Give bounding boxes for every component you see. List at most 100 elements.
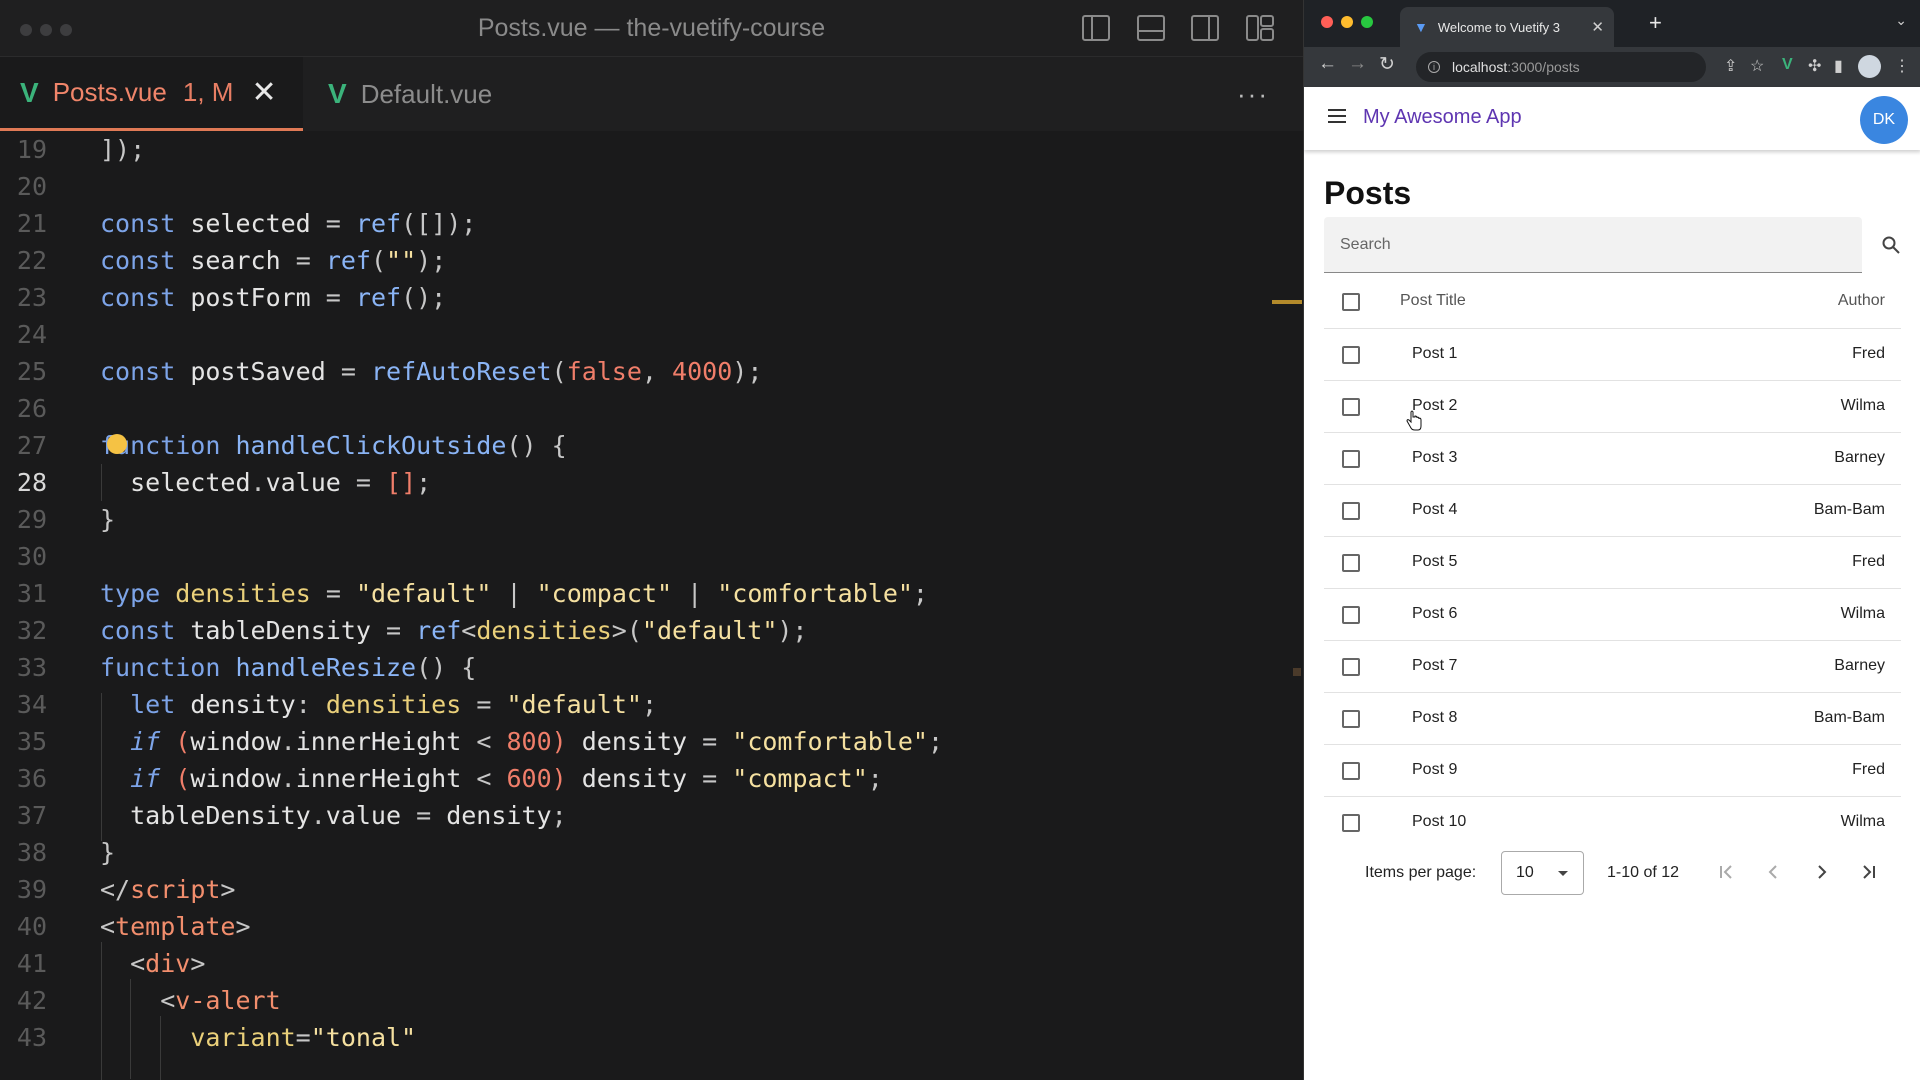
row-checkbox[interactable]	[1342, 450, 1360, 468]
code-line: 31 type densities = "default" | "compact"…	[16, 579, 928, 608]
row-checkbox[interactable]	[1342, 502, 1360, 520]
post-title-cell: Post 1	[1412, 345, 1458, 362]
items-per-page-select[interactable]: 10	[1501, 851, 1584, 895]
editor-titlebar: Posts.vue — the-vuetify-course	[0, 0, 1303, 57]
toggle-panel-icon[interactable]	[1136, 14, 1166, 42]
items-per-page-label: Items per page:	[1365, 864, 1477, 881]
hand-cursor-icon	[1406, 410, 1422, 431]
row-checkbox[interactable]	[1342, 658, 1360, 676]
app-title: My Awesome App	[1363, 106, 1522, 128]
table-row[interactable]: Post 4 Bam-Bam	[1324, 485, 1901, 537]
table-row[interactable]: Post 9 Fred	[1324, 745, 1901, 797]
code-line: 27 function handleClickOutside() {	[16, 431, 567, 460]
browser-tab-title: Welcome to Vuetify 3	[1437, 19, 1560, 35]
code-line: 37 tableDensity.value = density;	[16, 801, 567, 830]
author-cell: Bam-Bam	[1813, 501, 1885, 518]
close-tab-icon[interactable]: ✕	[1591, 18, 1604, 36]
lightbulb-icon[interactable]	[107, 434, 127, 454]
author-cell: Wilma	[1840, 397, 1885, 414]
first-page-icon[interactable]	[1714, 860, 1738, 884]
browser-menu-icon[interactable]: ⋮	[1894, 56, 1910, 76]
previous-page-icon[interactable]	[1761, 860, 1785, 884]
more-actions-icon[interactable]: ···	[1237, 79, 1269, 110]
code-line: 22 const search = ref("");	[16, 246, 447, 275]
toggle-primary-sidebar-icon[interactable]	[1081, 14, 1111, 42]
back-arrow-icon[interactable]: ←	[1318, 53, 1337, 75]
code-line: 26	[16, 394, 47, 423]
post-title-cell: Post 6	[1412, 605, 1458, 622]
code-line: 24	[16, 320, 47, 349]
post-title-cell: Post 8	[1412, 709, 1458, 726]
table-row[interactable]: Post 7 Barney	[1324, 641, 1901, 693]
search-input[interactable]	[1324, 217, 1862, 272]
minimap-highlight	[1272, 300, 1302, 304]
new-tab-button[interactable]: +	[1649, 10, 1662, 36]
tab-label: Default.vue	[360, 78, 493, 109]
code-area[interactable]: 19]); 20 21 const selected = ref([]); 22 c…	[0, 131, 1303, 1080]
row-checkbox[interactable]	[1342, 606, 1360, 624]
author-cell: Wilma	[1840, 605, 1885, 622]
table-row[interactable]: Post 1 Fred	[1324, 329, 1901, 381]
tab-label: Posts.vue	[52, 77, 167, 107]
table-row[interactable]: Post 5 Fred	[1324, 537, 1901, 589]
select-all-checkbox[interactable]	[1342, 293, 1360, 311]
post-title-cell: Post 7	[1412, 657, 1458, 674]
row-checkbox[interactable]	[1342, 346, 1360, 364]
reload-icon[interactable]: ↻	[1379, 53, 1395, 76]
code-line: 39 </script>	[16, 875, 236, 904]
vue-devtools-extension-icon[interactable]: V	[1782, 56, 1793, 74]
toggle-secondary-sidebar-icon[interactable]	[1190, 14, 1220, 42]
hamburger-menu-icon[interactable]	[1328, 109, 1346, 123]
share-icon[interactable]: ⇪	[1724, 56, 1737, 76]
search-icon[interactable]	[1881, 235, 1901, 255]
table-row[interactable]: Post 10 Wilma	[1324, 797, 1901, 849]
bookmark-star-icon[interactable]: ☆	[1750, 56, 1764, 76]
code-line: 34 let density: densities = "default";	[16, 690, 657, 719]
last-page-icon[interactable]	[1857, 860, 1881, 884]
post-title-cell: Post 4	[1412, 501, 1458, 518]
author-cell: Fred	[1852, 553, 1885, 570]
row-checkbox[interactable]	[1342, 710, 1360, 728]
code-line: 20	[16, 172, 47, 201]
close-window-button[interactable]	[1321, 16, 1333, 28]
user-avatar[interactable]: DK	[1860, 96, 1908, 144]
tab-default-vue[interactable]: V Default.vue	[318, 57, 492, 131]
table-row[interactable]: Post 6 Wilma	[1324, 589, 1901, 641]
code-editor-window: Posts.vue — the-vuetify-course V Posts.v…	[0, 0, 1303, 1080]
minimize-window-button[interactable]	[1341, 16, 1353, 28]
table-row[interactable]: Post 8 Bam-Bam	[1324, 693, 1901, 745]
next-page-icon[interactable]	[1810, 860, 1834, 884]
code-line: 30	[16, 542, 47, 571]
site-info-icon[interactable]: i	[1428, 61, 1440, 73]
tab-search-icon[interactable]: ⌄	[1895, 12, 1907, 29]
profile-avatar-icon[interactable]	[1858, 55, 1881, 78]
browser-tab-strip: ▼ Welcome to Vuetify 3 ✕ + ⌄	[1304, 0, 1920, 47]
column-header-author[interactable]: Author	[1838, 292, 1885, 310]
tab-posts-vue[interactable]: V Posts.vue 1, M ✕	[0, 57, 303, 131]
extensions-puzzle-icon[interactable]: ✣	[1808, 56, 1821, 76]
customize-layout-icon[interactable]	[1245, 14, 1275, 42]
row-checkbox[interactable]	[1342, 398, 1360, 416]
browser-tab[interactable]: ▼ Welcome to Vuetify 3 ✕	[1400, 7, 1614, 47]
page-title: Posts	[1324, 175, 1412, 211]
posts-table: Post Title Author Post 1 Fred Post 2 Wilma…	[1324, 276, 1901, 849]
row-checkbox[interactable]	[1342, 814, 1360, 832]
post-title-cell: Post 3	[1412, 449, 1458, 466]
code-line: 32 const tableDensity = ref<densities>("d…	[16, 616, 808, 645]
address-bar[interactable]: i localhost:3000/posts	[1416, 52, 1706, 82]
row-checkbox[interactable]	[1342, 554, 1360, 572]
table-row[interactable]: Post 3 Barney	[1324, 433, 1901, 485]
forward-arrow-icon[interactable]: →	[1348, 53, 1367, 75]
code-line: 23 const postForm = ref();	[16, 283, 447, 312]
close-tab-icon[interactable]: ✕	[251, 75, 276, 110]
maximize-window-button[interactable]	[1361, 16, 1373, 28]
post-title-cell: Post 5	[1412, 553, 1458, 570]
code-line: 42 <v-alert	[16, 986, 281, 1015]
code-line: 29}	[16, 505, 116, 534]
column-header-title[interactable]: Post Title	[1400, 292, 1466, 310]
author-cell: Barney	[1834, 657, 1885, 674]
side-panel-icon[interactable]: ▮	[1834, 56, 1843, 76]
row-checkbox[interactable]	[1342, 762, 1360, 780]
code-line: 25 const postSaved = refAutoReset(false, …	[16, 357, 763, 386]
code-line: 38}	[16, 838, 116, 867]
